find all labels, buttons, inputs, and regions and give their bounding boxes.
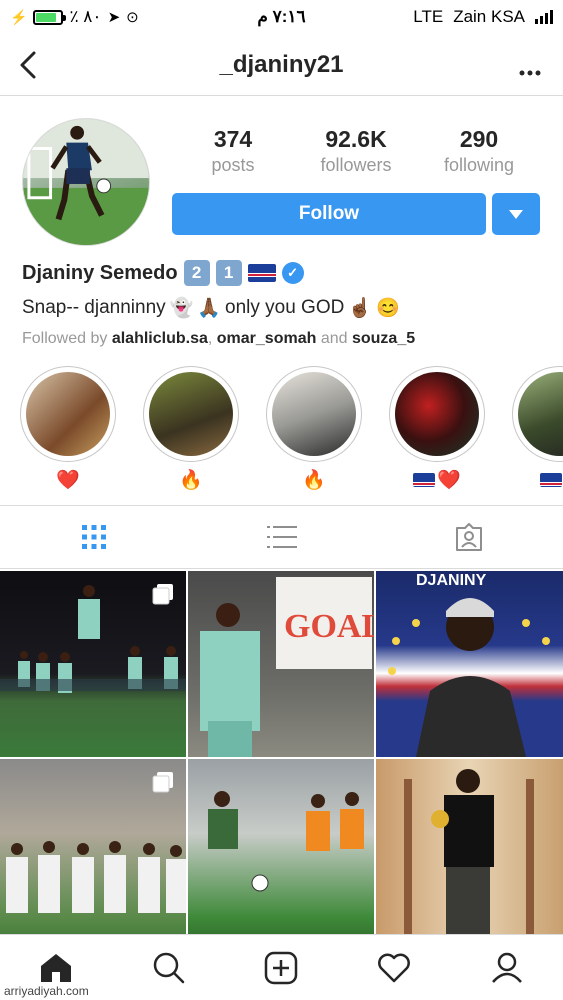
search-icon [153,952,185,983]
more-options-button[interactable] [519,56,541,82]
followers-stat[interactable]: 92.6K followers [295,126,417,176]
tagged-icon [456,523,483,551]
followed-by-and: and [320,330,348,347]
signal-icon [535,10,553,24]
home-icon [41,953,72,982]
profile-avatar[interactable] [22,118,150,246]
following-stat[interactable]: 290 following [418,126,540,176]
ghost-emoji-icon: 👻 [169,298,194,319]
post-image: GOAL [200,577,374,757]
post-thumbnail[interactable]: GOAL [188,571,374,757]
followers-count: 92.6K [325,126,387,152]
nav-profile[interactable] [450,935,563,1000]
network-type: LTE [413,7,444,26]
smile-emoji-icon: 😊 [376,298,400,319]
following-count: 290 [459,126,499,152]
list-icon [266,526,297,548]
multiple-posts-icon [152,772,173,793]
add-post-icon [265,951,298,984]
clock: ٧:١٦ م [257,7,306,26]
avatar-photo [23,119,149,245]
keycap-one-emoji: 1 [215,260,242,286]
page-title: _djaniny21 [219,50,344,78]
post-thumbnail[interactable] [376,759,563,945]
post-image [208,791,364,892]
nav-new-post[interactable] [225,935,338,1000]
highlight-5[interactable]: ❤ [512,366,563,491]
posts-label: posts [211,155,255,175]
post-thumbnail[interactable] [0,759,186,945]
profile-tabs [0,505,563,569]
followed-by-user-1[interactable]: alahliclub.sa [112,330,208,347]
followed-by[interactable]: Followed by alahliclub.sa, omar_somah an… [22,330,542,348]
posts-grid: GOAL DJANINY [0,571,563,945]
pointing-up-emoji-icon: ☝🏾 [348,298,372,319]
praying-hands-emoji-icon: 🙏🏾 [197,298,221,319]
suggested-dropdown-button[interactable] [492,193,540,235]
post-image: DJANINY [388,572,550,757]
status-bar: ⚡ ٪ ٨٠ ➤ ⊙ ٧:١٦ م LTE Zain KSA [0,0,563,34]
follow-button[interactable]: Follow [172,193,486,235]
profile-bio: Djaniny Semedo 2 1 ✓ Snap-- djanninny 👻 … [22,258,542,348]
profile-icon [491,952,522,983]
keycap-two-emoji: 2 [183,260,210,286]
post-image [404,769,534,945]
post-thumbnail[interactable] [0,571,186,757]
svg-text:GOAL: GOAL [284,608,374,645]
following-label: following [443,155,515,175]
tab-list[interactable] [188,506,376,568]
tab-tagged[interactable] [375,506,563,568]
post-thumbnail[interactable]: DJANINY [376,571,563,757]
highlight-4[interactable]: ❤️ [389,366,485,492]
charging-icon: ⚡ [10,8,28,25]
back-button[interactable] [18,50,38,86]
red-heart-emoji-icon: ❤️ [56,470,80,491]
profile-stats: 374 posts 92.6K followers 290 following [172,126,540,176]
battery-percent: ٪ ٨٠ [69,7,102,26]
verified-badge-icon: ✓ [281,262,304,284]
bio-snap-text: Snap-- djanninny [22,297,166,318]
posts-stat[interactable]: 374 posts [172,126,294,176]
cape-verde-flag-icon [540,472,563,487]
highlight-3[interactable]: 🔥 [266,366,362,492]
story-highlights: ❤️ 🔥 🔥 ❤️ ❤ [0,366,563,496]
highlight-1[interactable]: ❤️ [20,366,116,492]
profile-name: Djaniny Semedo [22,261,178,284]
caret-down-icon [509,209,523,219]
bio-god-text: only you GOD [225,297,345,318]
battery-icon [33,9,67,25]
nav-search[interactable] [113,935,226,1000]
followers-label: followers [320,155,392,175]
ellipsis-icon [519,70,541,76]
followed-by-user-2[interactable]: omar_somah [217,330,317,347]
posts-count: 374 [213,126,253,152]
post-thumbnail[interactable] [188,759,374,945]
red-heart-emoji-icon: ❤️ [437,470,461,491]
followed-by-prefix: Followed by [22,330,108,347]
follow-row: Follow [172,193,540,235]
fire-emoji-icon: 🔥 [302,470,326,491]
location-arrow-icon: ➤ [107,9,121,26]
svg-text:DJANINY: DJANINY [416,572,487,589]
carrier-name: Zain KSA [453,7,525,26]
nav-activity[interactable] [338,935,451,1000]
cape-verde-flag-icon [247,264,276,282]
cape-verde-flag-icon [413,473,436,487]
highlight-2[interactable]: 🔥 [143,366,239,492]
tab-grid[interactable] [0,506,188,568]
watermark-text: arriyadiyah.com [4,984,89,998]
nav-bar: _djaniny21 [0,34,563,96]
followed-by-user-3[interactable]: souza_5 [352,330,415,347]
multiple-posts-icon [152,584,173,605]
chevron-left-icon [20,51,36,79]
grid-icon [81,525,106,549]
rotation-lock-icon: ⊙ [126,9,139,26]
activity-heart-icon [378,953,410,982]
fire-emoji-icon: 🔥 [179,470,203,491]
